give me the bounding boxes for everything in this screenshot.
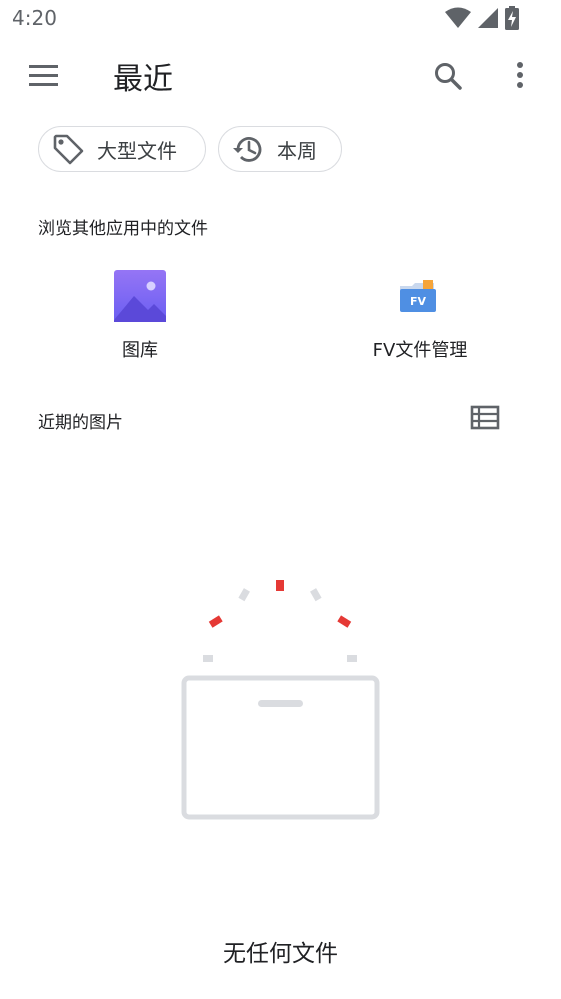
app-label: FV文件管理 [372,340,468,361]
fv-icon-text: FV [410,295,427,308]
box-slot [258,700,303,707]
gallery-app-icon [114,270,166,322]
recent-section-label: 近期的图片 [38,413,123,433]
more-options-button[interactable] [506,56,534,96]
history-icon [231,132,265,166]
menu-icon [29,65,58,86]
fv-file-manager-icon: FV [394,270,446,322]
app-label: 图库 [122,340,158,361]
status-time: 4:20 [12,6,57,30]
chip-this-week[interactable]: 本周 [218,126,342,172]
search-icon [435,63,462,90]
empty-state-illustration [170,572,390,824]
page-title: 最近 [113,62,173,97]
app-fv-file-manager[interactable]: FV FV文件管理 [330,262,510,372]
tag-icon [51,132,85,166]
ray-right-upper [310,588,322,602]
ray-left-upper [238,588,250,602]
more-vert-icon [517,62,523,88]
ray-right-lower [337,615,352,628]
ray-right-bottom [347,655,357,662]
view-toggle-button[interactable] [468,403,504,435]
chip-large-files[interactable]: 大型文件 [38,126,206,172]
status-bar: 4:20 [0,0,561,38]
battery-charging-icon [505,6,519,34]
chip-label: 本周 [277,138,317,163]
menu-button[interactable] [24,58,64,92]
ray-left-bottom [203,655,213,662]
chip-label: 大型文件 [97,138,177,163]
wifi-icon [445,7,471,33]
empty-state-text: 无任何文件 [223,941,338,967]
status-icons [445,6,519,34]
empty-box [181,675,380,820]
app-bar: 最近 [0,46,561,104]
list-view-icon [470,405,500,430]
search-button[interactable] [428,56,468,96]
browse-section-label: 浏览其他应用中的文件 [38,219,208,239]
ray-left-lower [208,615,223,628]
app-gallery[interactable]: 图库 [50,262,230,372]
signal-icon [477,7,499,33]
ray-top [276,580,284,591]
